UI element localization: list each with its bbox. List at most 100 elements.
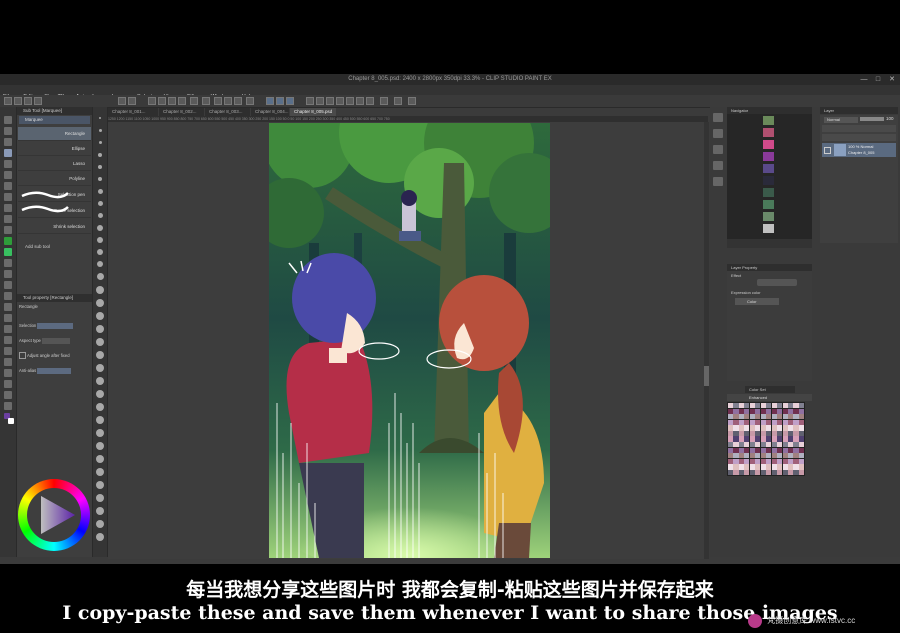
- color-swatch[interactable]: [798, 469, 804, 476]
- snap-ruler-icon[interactable]: [276, 97, 284, 105]
- close-button[interactable]: ✕: [886, 74, 898, 85]
- color-swatch[interactable]: [788, 453, 794, 459]
- color-swatch[interactable]: [788, 408, 794, 414]
- selection-mode-buttons[interactable]: [37, 322, 74, 329]
- color-swatch[interactable]: [766, 414, 772, 420]
- color-swatch[interactable]: [777, 419, 783, 425]
- color-swatch[interactable]: [733, 442, 739, 448]
- page-thumbnail[interactable]: [763, 212, 774, 221]
- color-swatch[interactable]: [798, 453, 804, 459]
- page-thumbnail[interactable]: [763, 128, 774, 137]
- property-selection-mode[interactable]: Selection: [19, 321, 89, 331]
- color-swatch[interactable]: [793, 436, 799, 442]
- sub-tool-ellipse[interactable]: Ellipse: [18, 142, 91, 156]
- color-swatch[interactable]: [738, 419, 744, 425]
- auto-select-tool-icon[interactable]: [4, 160, 12, 168]
- color-swatch[interactable]: [760, 447, 766, 453]
- page-thumbnail[interactable]: [763, 176, 774, 185]
- color-swatch[interactable]: [755, 403, 761, 409]
- copy-icon[interactable]: [168, 97, 176, 105]
- lasso-tool-icon[interactable]: [4, 358, 12, 366]
- brush-size-option[interactable]: [99, 117, 101, 119]
- color-swatch[interactable]: [793, 419, 799, 425]
- color-swatch[interactable]: [760, 464, 766, 470]
- snap-grid-icon[interactable]: [286, 97, 294, 105]
- color-swatch[interactable]: [755, 430, 761, 437]
- frame-icon[interactable]: [408, 97, 416, 105]
- color-swatch[interactable]: [766, 458, 772, 464]
- color-swatch[interactable]: [749, 436, 755, 442]
- color-triangle[interactable]: [37, 494, 77, 536]
- color-set-select[interactable]: Enhanced: [727, 394, 812, 401]
- frame-border-tool-icon[interactable]: [4, 292, 12, 300]
- 3d-tool-icon[interactable]: [4, 402, 12, 410]
- panel-icon[interactable]: [713, 161, 723, 170]
- print-icon[interactable]: [202, 97, 210, 105]
- color-swatch[interactable]: [728, 458, 734, 464]
- brush-size-option[interactable]: [96, 377, 104, 385]
- text-tool-icon[interactable]: [4, 314, 12, 322]
- color-swatch[interactable]: [744, 414, 750, 420]
- color-swatch[interactable]: [782, 408, 788, 414]
- ruler-icon[interactable]: [394, 97, 402, 105]
- color-swatch[interactable]: [738, 425, 744, 431]
- color-swatch[interactable]: [749, 425, 755, 431]
- aspect-type-select[interactable]: [42, 337, 71, 344]
- redo-icon[interactable]: [128, 97, 136, 105]
- color-swatch[interactable]: [733, 403, 739, 409]
- color-swatch[interactable]: [782, 442, 788, 448]
- color-swatch[interactable]: [755, 414, 761, 420]
- page-thumbnail[interactable]: [763, 224, 774, 233]
- color-swatch[interactable]: [798, 403, 804, 409]
- vertical-scrollbar[interactable]: [704, 122, 709, 559]
- color-swatch[interactable]: [733, 408, 739, 414]
- sub-tool-group-tab[interactable]: Marquee: [19, 116, 90, 124]
- brush-size-option[interactable]: [98, 201, 103, 206]
- deselect-icon[interactable]: [224, 97, 232, 105]
- color-swatch[interactable]: [766, 447, 772, 453]
- color-swatch[interactable]: [728, 403, 734, 409]
- color-swatch[interactable]: [771, 408, 777, 414]
- page-thumbnail[interactable]: [763, 140, 774, 149]
- color-swatch[interactable]: [782, 436, 788, 442]
- color-swatch[interactable]: [798, 447, 804, 453]
- brush-size-option[interactable]: [98, 177, 102, 181]
- color-swatch[interactable]: [755, 442, 761, 448]
- color-swatch[interactable]: [777, 408, 783, 414]
- color-swatch[interactable]: [777, 469, 783, 476]
- color-swatch[interactable]: [777, 430, 783, 437]
- color-swatch[interactable]: [766, 464, 772, 470]
- color-swatch[interactable]: [738, 464, 744, 470]
- color-swatch[interactable]: [733, 469, 739, 476]
- color-swatch[interactable]: [760, 419, 766, 425]
- color-swatch[interactable]: [755, 469, 761, 476]
- color-swatch[interactable]: [793, 425, 799, 431]
- color-swatch[interactable]: [788, 442, 794, 448]
- brush-size-option[interactable]: [96, 520, 104, 528]
- brush-size-option[interactable]: [97, 261, 103, 267]
- color-swatch[interactable]: [777, 464, 783, 470]
- invert-selection-icon[interactable]: [234, 97, 242, 105]
- page-thumbnail[interactable]: [763, 188, 774, 197]
- color-swatch[interactable]: [749, 458, 755, 464]
- color-swatch[interactable]: [793, 408, 799, 414]
- panel-icon[interactable]: [713, 113, 723, 122]
- color-swatch[interactable]: [766, 430, 772, 437]
- open-file-icon[interactable]: [24, 97, 32, 105]
- flip-horizontal-icon[interactable]: [366, 97, 374, 105]
- expression-color-select[interactable]: Color: [735, 298, 779, 305]
- color-swatch[interactable]: [749, 403, 755, 409]
- color-swatch[interactable]: [755, 419, 761, 425]
- color-swatch[interactable]: [788, 447, 794, 453]
- ruler-tool-icon[interactable]: [4, 303, 12, 311]
- color-swatch[interactable]: [755, 453, 761, 459]
- color-swatch[interactable]: [733, 425, 739, 431]
- color-swatch[interactable]: [782, 464, 788, 470]
- tab-chapter-8-005[interactable]: Chapter 8_005.psd: [290, 108, 336, 116]
- fit-view-icon[interactable]: [326, 97, 334, 105]
- color-swatch[interactable]: [755, 458, 761, 464]
- color-swatch[interactable]: [733, 453, 739, 459]
- color-swatch[interactable]: [744, 408, 750, 414]
- color-swatch[interactable]: [788, 403, 794, 409]
- transform-icon[interactable]: [190, 97, 198, 105]
